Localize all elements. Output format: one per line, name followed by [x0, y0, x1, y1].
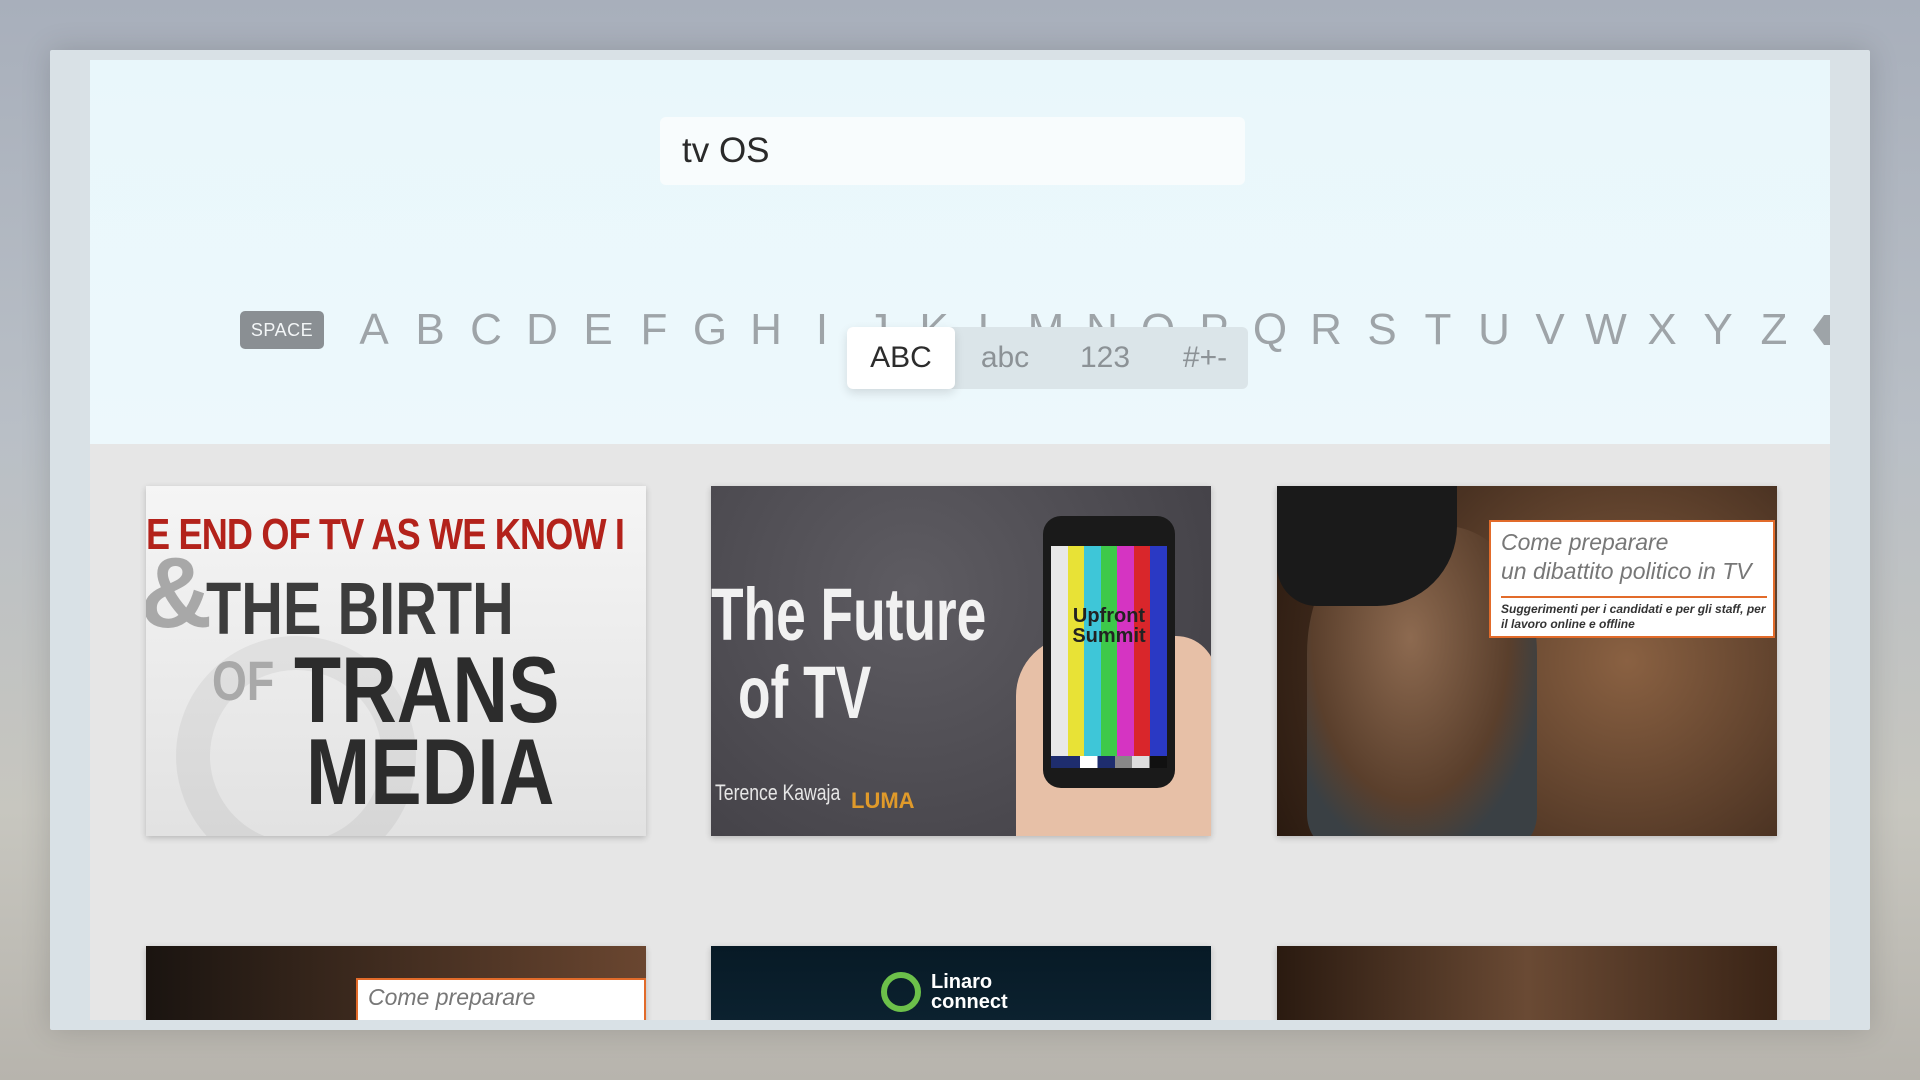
tile-caption-box: Come preparare [356, 978, 646, 1020]
key-z[interactable]: Z [1746, 305, 1802, 355]
key-y[interactable]: Y [1690, 305, 1746, 355]
key-v[interactable]: V [1522, 305, 1578, 355]
key-x[interactable]: X [1634, 305, 1690, 355]
key-r[interactable]: R [1298, 305, 1354, 355]
tile-title-line: Come preparare [1501, 529, 1669, 555]
tile-brand: Linaro connect [931, 972, 1008, 1012]
tile-caption-box: Come preparare un dibattito politico in … [1489, 520, 1775, 638]
key-s[interactable]: S [1354, 305, 1410, 355]
result-tile-5[interactable]: Linaro connect [711, 946, 1211, 1020]
result-tile-3[interactable]: Come preparare un dibattito politico in … [1277, 486, 1777, 836]
mode-symbols[interactable]: #+- [1155, 327, 1255, 389]
key-w[interactable]: W [1578, 305, 1634, 355]
mode-lowercase[interactable]: abc [955, 327, 1055, 389]
key-h[interactable]: H [738, 305, 794, 355]
tile-title: Come preparare un dibattito politico in … [1501, 528, 1752, 586]
tile-brand: LUMA [851, 788, 915, 813]
mode-uppercase[interactable]: ABC [847, 327, 955, 389]
phone-text: Upfront Summit [1072, 605, 1146, 647]
result-tile-4[interactable]: Come preparare [146, 946, 646, 1020]
result-tile-2[interactable]: The Future of TV Terence Kawaja LUMA Upf… [711, 486, 1211, 836]
key-b[interactable]: B [402, 305, 458, 355]
tile-brand-line: connect [931, 991, 1008, 1013]
ampersand: & [146, 537, 213, 649]
key-g[interactable]: G [682, 305, 738, 355]
result-tile-1[interactable]: E END OF TV AS WE KNOW I & THE BIRTH OF … [146, 486, 646, 836]
mode-numbers[interactable]: 123 [1055, 327, 1155, 389]
tile-brand-line: Linaro [931, 971, 993, 993]
key-t[interactable]: T [1410, 305, 1466, 355]
key-u[interactable]: U [1466, 305, 1522, 355]
key-f[interactable]: F [626, 305, 682, 355]
tile-title-line: un dibattito politico in TV [1501, 558, 1752, 584]
keyboard-mode-selector: ABC abc 123 #+- [847, 327, 1248, 389]
key-c[interactable]: C [458, 305, 514, 355]
tile-author: Terence Kawaja [715, 780, 841, 805]
key-a[interactable]: A [346, 305, 402, 355]
search-panel: tv OS SPACE A B C D E F G H I J K L M N … [90, 60, 1830, 444]
key-i[interactable]: I [794, 305, 850, 355]
delete-backspace-icon[interactable] [1812, 313, 1830, 347]
tile-title-line: MEDIA [306, 719, 555, 824]
key-e[interactable]: E [570, 305, 626, 355]
tile-title: The Future of TV [711, 573, 987, 734]
tile-title-line: OF [212, 649, 275, 712]
color-bars-image [1051, 546, 1168, 756]
color-bars-bottom [1051, 756, 1167, 768]
space-key[interactable]: SPACE [240, 311, 324, 349]
result-tile-6[interactable] [1277, 946, 1777, 1020]
tile-title-line: The Future [711, 573, 987, 656]
linaro-logo-icon [881, 972, 921, 1012]
tv-screen: tv OS SPACE A B C D E F G H I J K L M N … [90, 60, 1830, 1020]
tile-title-line: of TV [738, 651, 872, 734]
tile-title: Come preparare [368, 984, 536, 1010]
key-d[interactable]: D [514, 305, 570, 355]
search-input[interactable]: tv OS [660, 117, 1245, 185]
tile-subtitle: Suggerimenti per i candidati e per gli s… [1501, 596, 1767, 632]
